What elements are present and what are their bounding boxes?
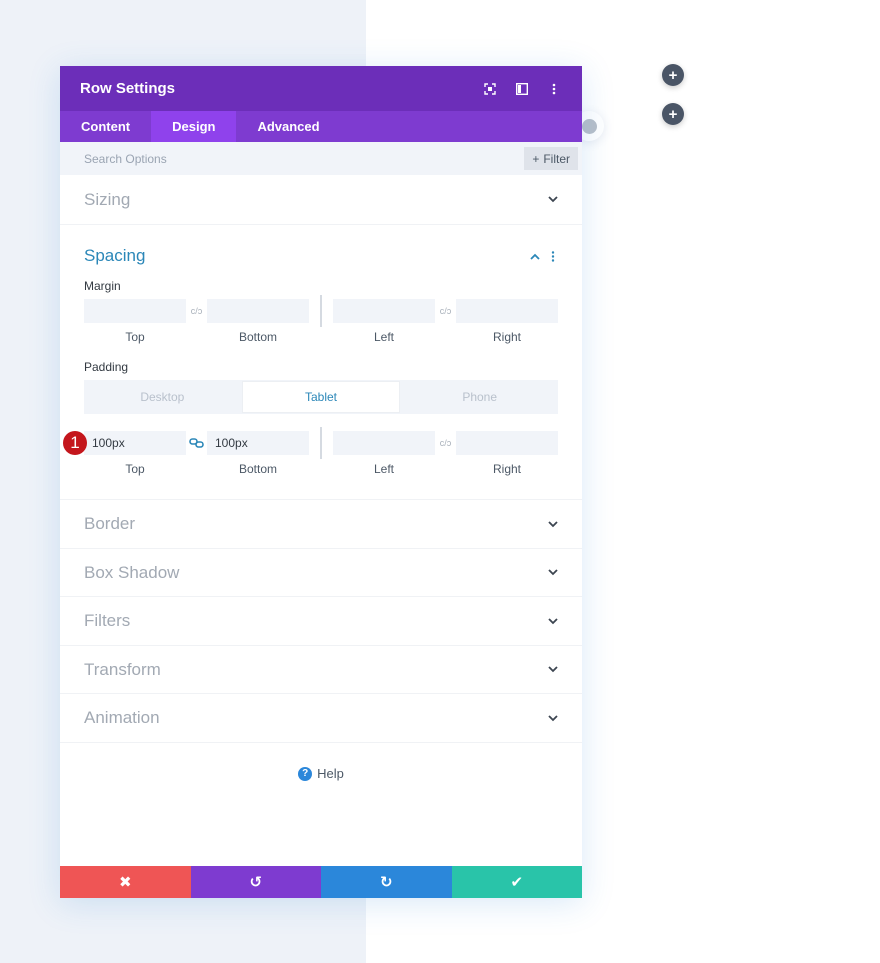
modal-title: Row Settings — [80, 80, 176, 97]
divider — [320, 427, 322, 459]
margin-label: Margin — [84, 279, 121, 293]
section-title: Transform — [84, 659, 161, 679]
padding-fields: 1 c/ɔ — [60, 427, 582, 459]
margin-right-input[interactable] — [456, 299, 558, 323]
expand-icon[interactable] — [482, 81, 498, 97]
tab-design[interactable]: Design — [151, 111, 237, 142]
link-icon[interactable] — [186, 431, 207, 455]
add-section-button[interactable]: + — [662, 64, 684, 86]
modal-header: Row Settings — [60, 66, 582, 111]
caption-bottom: Bottom — [238, 462, 277, 476]
caption-left: Left — [373, 330, 394, 344]
section-title: Border — [84, 514, 136, 533]
padding-left-input[interactable] — [333, 431, 435, 455]
chevron-down-icon — [548, 665, 558, 675]
close-icon: ✖ — [118, 874, 132, 891]
plus-icon: + — [668, 105, 678, 123]
help-link[interactable]: ? Help — [60, 766, 582, 781]
filter-button[interactable]: + Filter — [524, 147, 578, 170]
chevron-down-icon — [548, 616, 558, 626]
cancel-button[interactable]: ✖ — [60, 866, 191, 898]
section-title: Filters — [84, 611, 131, 630]
sidebar-layout-icon[interactable] — [514, 81, 530, 97]
margin-fields: c/ɔ c/ɔ — [60, 295, 582, 327]
caption-top: Top — [125, 462, 145, 476]
section-title: Sizing — [84, 189, 131, 209]
section-transform[interactable]: Transform — [60, 646, 582, 694]
device-tab-desktop[interactable]: Desktop — [84, 380, 241, 414]
modal-tabs: Content Design Advanced — [60, 111, 582, 142]
tab-content[interactable]: Content — [60, 111, 151, 142]
more-vertical-icon[interactable] — [548, 250, 558, 262]
undo-button[interactable]: ↺ — [190, 866, 321, 898]
link-icon[interactable]: c/ɔ — [186, 299, 207, 323]
caption-right: Right — [492, 330, 521, 344]
search-options-input[interactable] — [84, 151, 525, 166]
chevron-down-icon — [548, 519, 558, 529]
row-settings-modal: Row Settings Content Design Advanced + F… — [60, 66, 582, 898]
section-animation[interactable]: Animation — [60, 694, 582, 743]
device-tab-phone[interactable]: Phone — [401, 380, 558, 414]
caption-right: Right — [492, 462, 521, 476]
section-box-shadow[interactable]: Box Shadow — [60, 549, 582, 597]
section-border[interactable]: Border — [60, 500, 582, 549]
padding-captions: Top Bottom Left Right — [60, 462, 582, 500]
redo-icon: ↻ — [379, 874, 393, 891]
more-vertical-icon[interactable] — [546, 81, 562, 97]
plus-icon: + — [532, 151, 540, 166]
section-sizing[interactable]: Sizing — [60, 175, 582, 225]
help-label: Help — [317, 766, 344, 781]
link-icon[interactable]: c/ɔ — [435, 431, 456, 455]
chevron-up-icon — [530, 251, 540, 261]
padding-right-input[interactable] — [456, 431, 558, 455]
section-title: Animation — [84, 708, 160, 727]
chevron-down-icon — [548, 568, 558, 578]
tab-advanced[interactable]: Advanced — [236, 111, 340, 142]
section-spacing: Spacing Margin c/ɔ c/ɔ Top Bottom Left R… — [60, 225, 582, 500]
section-filters[interactable]: Filters — [60, 597, 582, 646]
spacing-header[interactable]: Spacing — [60, 235, 582, 277]
margin-top-input[interactable] — [84, 299, 186, 323]
caption-top: Top — [125, 330, 145, 344]
link-icon[interactable]: c/ɔ — [435, 299, 456, 323]
margin-captions: Top Bottom Left Right — [60, 330, 582, 344]
margin-bottom-input[interactable] — [207, 299, 309, 323]
annotation-badge: 1 — [63, 431, 87, 455]
add-row-button[interactable]: + — [662, 103, 684, 125]
undo-icon: ↺ — [249, 874, 263, 891]
filter-label: Filter — [543, 151, 570, 166]
modal-footer: ✖ ↺ ↻ ✔ — [60, 866, 582, 898]
padding-bottom-input[interactable] — [207, 431, 309, 455]
plus-icon: + — [668, 66, 678, 84]
save-button[interactable]: ✔ — [451, 866, 582, 898]
device-tabs: Desktop Tablet Phone — [84, 380, 558, 414]
device-tab-tablet[interactable]: Tablet — [241, 381, 401, 413]
globe-icon — [581, 118, 597, 134]
question-icon: ? — [298, 766, 313, 781]
chevron-down-icon — [548, 713, 558, 723]
padding-top-input[interactable] — [84, 431, 186, 455]
margin-left-input[interactable] — [333, 299, 435, 323]
chevron-down-icon — [548, 195, 558, 205]
padding-label: Padding — [84, 360, 129, 374]
search-bar: + Filter — [60, 142, 582, 175]
caption-bottom: Bottom — [238, 330, 277, 344]
check-icon: ✔ — [510, 874, 524, 891]
divider — [320, 295, 322, 327]
caption-left: Left — [373, 462, 394, 476]
redo-button[interactable]: ↻ — [321, 866, 452, 898]
section-title: Box Shadow — [84, 562, 180, 582]
section-title: Spacing — [84, 246, 146, 265]
